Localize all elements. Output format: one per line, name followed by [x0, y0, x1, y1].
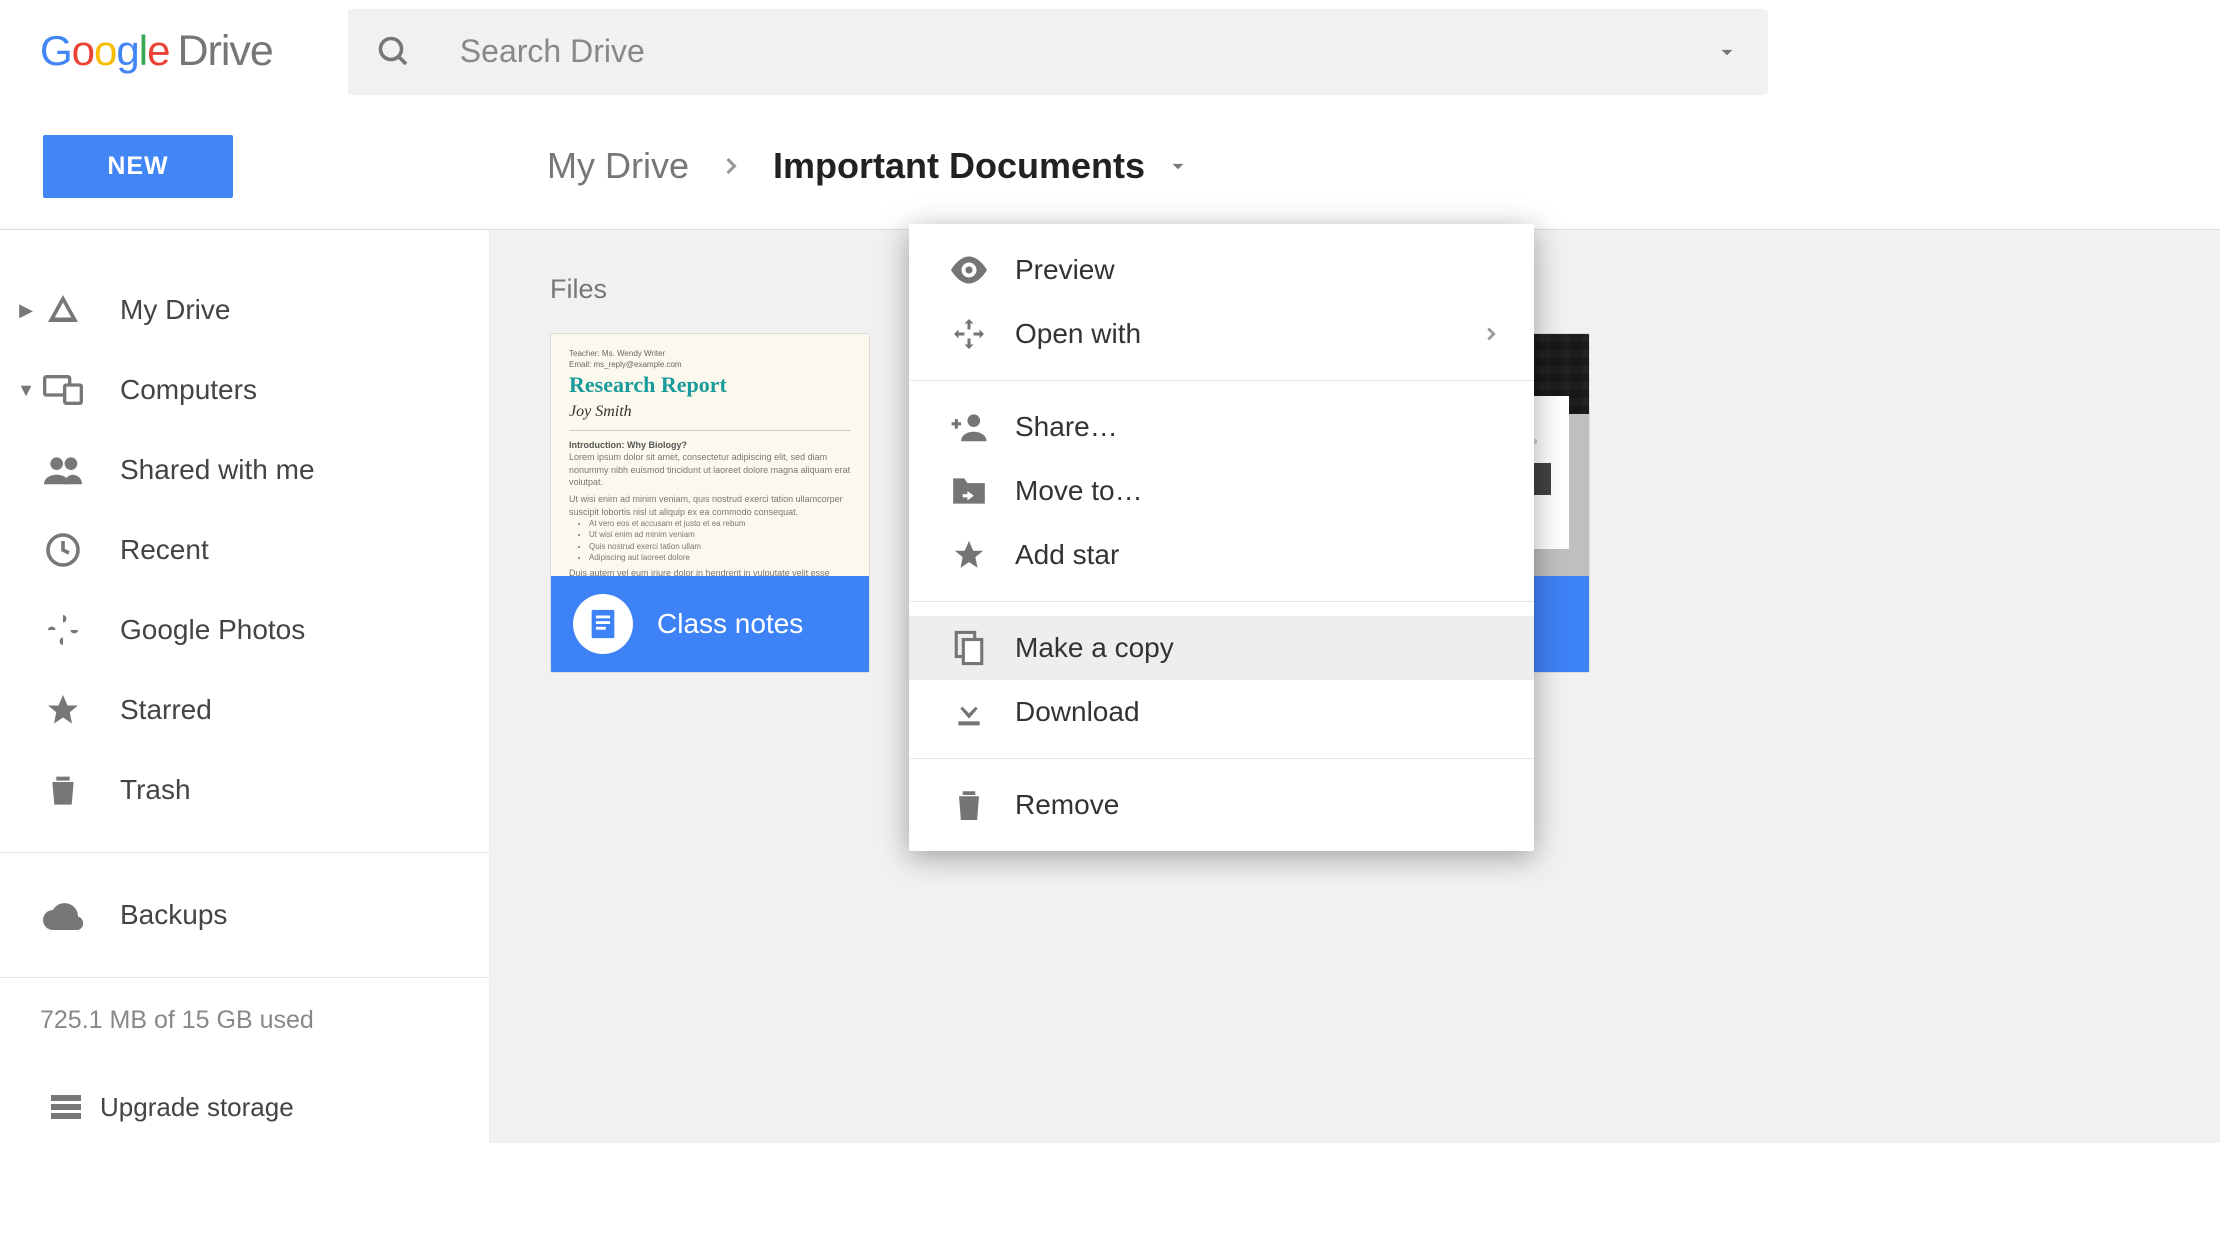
- breadcrumb-root[interactable]: My Drive: [547, 145, 689, 187]
- google-wordmark: Google: [40, 27, 169, 75]
- menu-item-open-with[interactable]: Open with: [909, 302, 1534, 366]
- computers-icon: [38, 373, 88, 407]
- sidebar-item-my-drive[interactable]: ▶ My Drive: [0, 270, 489, 350]
- sidebar-item-computers[interactable]: ▼ Computers: [0, 350, 489, 430]
- sidebar: ▶ My Drive ▼ Computers Shared with me: [0, 230, 490, 1143]
- sidebar-item-google-photos[interactable]: Google Photos: [0, 590, 489, 670]
- chevron-right-icon: [717, 152, 745, 180]
- sidebar-item-label: Starred: [120, 694, 212, 726]
- content-area: Files Teacher: Ms. Wendy WriterEmail: ms…: [490, 230, 2220, 1143]
- toolbar: NEW My Drive Important Documents: [0, 103, 2220, 229]
- menu-label: Preview: [1015, 254, 1502, 286]
- clock-icon: [38, 532, 88, 568]
- chevron-right-icon: [1480, 323, 1502, 345]
- star-icon: [38, 692, 88, 728]
- file-card-class-notes[interactable]: Teacher: Ms. Wendy WriterEmail: ms_reply…: [550, 333, 870, 673]
- menu-item-preview[interactable]: Preview: [909, 238, 1534, 302]
- app-header: Google Drive: [0, 0, 2220, 103]
- trash-icon: [38, 772, 88, 808]
- open-with-icon: [941, 316, 997, 352]
- people-icon: [38, 455, 88, 485]
- sidebar-item-label: Computers: [120, 374, 257, 406]
- sidebar-item-recent[interactable]: Recent: [0, 510, 489, 590]
- breadcrumb: My Drive Important Documents: [547, 145, 1191, 187]
- menu-divider: [909, 380, 1534, 381]
- menu-label: Remove: [1015, 789, 1502, 821]
- cloud-icon: [38, 900, 88, 930]
- search-options-dropdown-icon[interactable]: [1714, 39, 1740, 65]
- sidebar-item-label: Recent: [120, 534, 209, 566]
- menu-item-make-a-copy[interactable]: Make a copy: [909, 616, 1534, 680]
- upgrade-storage-label: Upgrade storage: [100, 1092, 294, 1123]
- breadcrumb-current[interactable]: Important Documents: [773, 145, 1145, 187]
- menu-label: Add star: [1015, 539, 1502, 571]
- sidebar-item-label: Trash: [120, 774, 191, 806]
- file-footer: Class notes: [551, 576, 869, 672]
- caret-down-icon[interactable]: ▼: [14, 380, 38, 401]
- menu-label: Share…: [1015, 411, 1502, 443]
- sidebar-divider: [0, 852, 489, 853]
- drive-icon: [38, 292, 88, 328]
- menu-divider: [909, 601, 1534, 602]
- star-icon: [941, 538, 997, 572]
- storage-usage-text: 725.1 MB of 15 GB used: [40, 1006, 489, 1035]
- menu-label: Open with: [1015, 318, 1480, 350]
- menu-item-add-star[interactable]: Add star: [909, 523, 1534, 587]
- product-name: Drive: [177, 27, 272, 76]
- search-bar[interactable]: [348, 9, 1768, 95]
- menu-label: Download: [1015, 696, 1502, 728]
- menu-item-share[interactable]: Share…: [909, 395, 1534, 459]
- menu-label: Make a copy: [1015, 632, 1502, 664]
- copy-icon: [941, 629, 997, 667]
- file-thumbnail: Teacher: Ms. Wendy WriterEmail: ms_reply…: [551, 334, 869, 576]
- docs-icon: [573, 594, 633, 654]
- sidebar-item-label: Shared with me: [120, 454, 315, 486]
- folder-move-icon: [941, 475, 997, 507]
- breadcrumb-dropdown-icon[interactable]: [1165, 153, 1191, 179]
- eye-icon: [941, 256, 997, 284]
- menu-label: Move to…: [1015, 475, 1502, 507]
- context-menu: Preview Open with Share…: [909, 224, 1534, 851]
- download-icon: [941, 694, 997, 730]
- photos-icon: [38, 612, 88, 648]
- logo[interactable]: Google Drive: [40, 27, 273, 76]
- sidebar-item-backups[interactable]: Backups: [0, 875, 489, 955]
- sidebar-item-label: Backups: [120, 899, 227, 931]
- sidebar-item-label: Google Photos: [120, 614, 305, 646]
- trash-icon: [941, 787, 997, 823]
- sidebar-item-starred[interactable]: Starred: [0, 670, 489, 750]
- search-input[interactable]: [460, 33, 1714, 70]
- app-body: ▶ My Drive ▼ Computers Shared with me: [0, 230, 2220, 1143]
- caret-right-icon[interactable]: ▶: [14, 300, 38, 321]
- file-name: Class notes: [657, 608, 803, 640]
- menu-item-download[interactable]: Download: [909, 680, 1534, 744]
- upgrade-storage-button[interactable]: Upgrade storage: [0, 1071, 489, 1143]
- sidebar-item-label: My Drive: [120, 294, 230, 326]
- menu-divider: [909, 758, 1534, 759]
- sidebar-item-trash[interactable]: Trash: [0, 750, 489, 830]
- menu-item-move-to[interactable]: Move to…: [909, 459, 1534, 523]
- search-icon[interactable]: [376, 34, 412, 70]
- person-add-icon: [941, 412, 997, 442]
- new-button[interactable]: NEW: [43, 135, 233, 198]
- menu-item-remove[interactable]: Remove: [909, 773, 1534, 837]
- sidebar-item-shared-with-me[interactable]: Shared with me: [0, 430, 489, 510]
- storage-icon: [42, 1092, 90, 1122]
- sidebar-divider: [0, 977, 489, 978]
